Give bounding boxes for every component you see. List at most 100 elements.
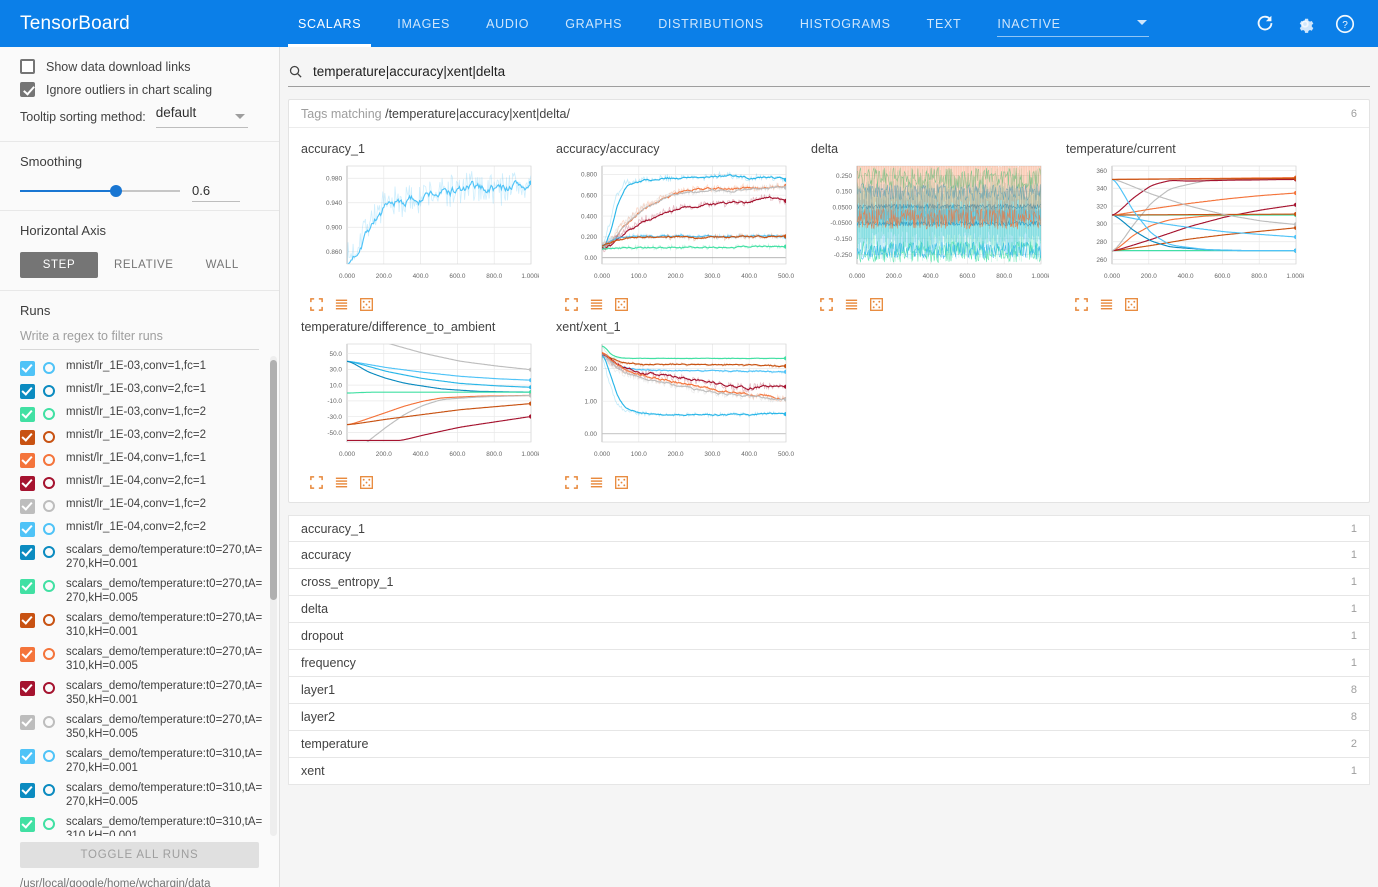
run-checkbox[interactable] [20,749,35,764]
accordion-row[interactable]: layer2 8 [288,704,1370,731]
run-color-dot[interactable] [43,431,55,443]
smoothing-slider[interactable] [20,184,180,198]
expand-icon[interactable] [819,297,834,312]
toggle-all-runs-button[interactable]: TOGGLE ALL RUNS [20,842,259,868]
run-item[interactable]: scalars_demo/temperature:t0=310,tA=270,k… [20,778,265,812]
tooltip-sort-select[interactable]: default [155,105,248,129]
tab-histograms[interactable]: HISTOGRAMS [782,0,909,47]
gear-icon[interactable] [1294,13,1316,35]
run-color-dot[interactable] [43,523,55,535]
accordion-row[interactable]: delta 1 [288,596,1370,623]
runs-list[interactable]: mnist/lr_1E-03,conv=1,fc=1 mnist/lr_1E-03… [0,356,279,836]
run-color-dot[interactable] [43,682,55,694]
reset-zoom-icon[interactable] [614,475,629,490]
run-item[interactable]: mnist/lr_1E-04,conv=2,fc=1 [20,471,265,494]
inactive-dropdown[interactable]: INACTIVE [997,9,1150,39]
run-checkbox[interactable] [20,783,35,798]
reset-zoom-icon[interactable] [869,297,884,312]
accordion-row[interactable]: temperature 2 [288,731,1370,758]
slider-knob[interactable] [110,184,122,197]
run-item[interactable]: scalars_demo/temperature:t0=270,tA=310,k… [20,642,265,676]
ignore-outliers-checkbox[interactable] [20,82,35,97]
tab-distributions[interactable]: DISTRIBUTIONS [640,0,782,47]
accordion-row[interactable]: dropout 1 [288,623,1370,650]
run-item[interactable]: mnist/lr_1E-03,conv=1,fc=2 [20,402,265,425]
chart-plot[interactable]: 0.000 200.0 400.0 600.0 800.0 1.000k 260 280 300… [1066,160,1306,290]
chart-plot[interactable]: 0.000 100.0 200.0 300.0 400.0 500.0 0.00 1.00 2.… [556,338,794,468]
smoothing-value-field[interactable]: 0.6 [192,183,240,202]
run-color-dot[interactable] [43,477,55,489]
reset-zoom-icon[interactable] [614,297,629,312]
run-checkbox[interactable] [20,453,35,468]
reset-zoom-icon[interactable] [1124,297,1139,312]
reset-zoom-icon[interactable] [359,475,374,490]
run-item[interactable]: mnist/lr_1E-03,conv=2,fc=2 [20,425,265,448]
run-item[interactable]: scalars_demo/temperature:t0=270,tA=310,k… [20,608,265,642]
show-download-links-row[interactable]: Show data download links [20,59,259,74]
accordion-row[interactable]: frequency 1 [288,650,1370,677]
run-checkbox[interactable] [20,361,35,376]
run-checkbox[interactable] [20,715,35,730]
expand-icon[interactable] [1074,297,1089,312]
chart-plot[interactable]: 0.000 200.0 400.0 600.0 800.0 1.000k 0.860 0.90… [301,160,541,290]
data-table-icon[interactable] [334,297,349,312]
expand-icon[interactable] [309,297,324,312]
run-item[interactable]: mnist/lr_1E-04,conv=1,fc=1 [20,448,265,471]
run-item[interactable]: scalars_demo/temperature:t0=270,tA=350,k… [20,676,265,710]
run-checkbox[interactable] [20,545,35,560]
run-item[interactable]: mnist/lr_1E-04,conv=1,fc=2 [20,494,265,517]
help-icon[interactable]: ? [1334,13,1356,35]
tag-search-input[interactable] [311,63,1370,80]
tab-text[interactable]: TEXT [909,0,980,47]
accordion-row[interactable]: layer1 8 [288,677,1370,704]
run-color-dot[interactable] [43,546,55,558]
accordion-row[interactable]: accuracy 1 [288,542,1370,569]
run-color-dot[interactable] [43,454,55,466]
run-item[interactable]: scalars_demo/temperature:t0=310,tA=270,k… [20,744,265,778]
expand-icon[interactable] [309,475,324,490]
run-item[interactable]: scalars_demo/temperature:t0=270,tA=270,k… [20,540,265,574]
tab-scalars[interactable]: SCALARS [280,0,379,47]
horizontal-axis-relative-button[interactable]: RELATIVE [98,252,190,278]
run-checkbox[interactable] [20,407,35,422]
expand-icon[interactable] [564,475,579,490]
run-checkbox[interactable] [20,430,35,445]
chart-plot[interactable]: 0.000 100.0 200.0 300.0 400.0 500.0 0.00 0.200 0… [556,160,794,290]
data-table-icon[interactable] [844,297,859,312]
tag-group-header[interactable]: Tags matching /temperature|accuracy|xent… [289,100,1369,128]
run-checkbox[interactable] [20,681,35,696]
accordion-row[interactable]: accuracy_1 1 [288,515,1370,542]
run-item[interactable]: mnist/lr_1E-03,conv=1,fc=1 [20,356,265,379]
expand-icon[interactable] [564,297,579,312]
run-color-dot[interactable] [43,362,55,374]
tag-search-bar[interactable] [288,57,1370,87]
run-item[interactable]: mnist/lr_1E-04,conv=2,fc=2 [20,517,265,540]
run-filter-input[interactable] [20,329,259,346]
run-checkbox[interactable] [20,647,35,662]
runs-scrollbar-thumb[interactable] [270,360,277,600]
run-color-dot[interactable] [43,648,55,660]
run-checkbox[interactable] [20,613,35,628]
run-color-dot[interactable] [43,385,55,397]
run-filter[interactable] [20,328,259,350]
run-color-dot[interactable] [43,500,55,512]
run-item[interactable]: scalars_demo/temperature:t0=270,tA=270,k… [20,574,265,608]
tab-graphs[interactable]: GRAPHS [547,0,640,47]
run-color-dot[interactable] [43,784,55,796]
data-table-icon[interactable] [334,475,349,490]
horizontal-axis-step-button[interactable]: STEP [20,252,98,278]
run-checkbox[interactable] [20,522,35,537]
reset-zoom-icon[interactable] [359,297,374,312]
tab-images[interactable]: IMAGES [379,0,468,47]
run-checkbox[interactable] [20,476,35,491]
run-color-dot[interactable] [43,716,55,728]
run-item[interactable]: mnist/lr_1E-03,conv=2,fc=1 [20,379,265,402]
run-color-dot[interactable] [43,818,55,830]
run-checkbox[interactable] [20,384,35,399]
run-item[interactable]: scalars_demo/temperature:t0=310,tA=310,k… [20,812,265,836]
ignore-outliers-row[interactable]: Ignore outliers in chart scaling [20,82,259,97]
accordion-row[interactable]: xent 1 [288,758,1370,785]
run-color-dot[interactable] [43,750,55,762]
accordion-row[interactable]: cross_entropy_1 1 [288,569,1370,596]
run-checkbox[interactable] [20,579,35,594]
